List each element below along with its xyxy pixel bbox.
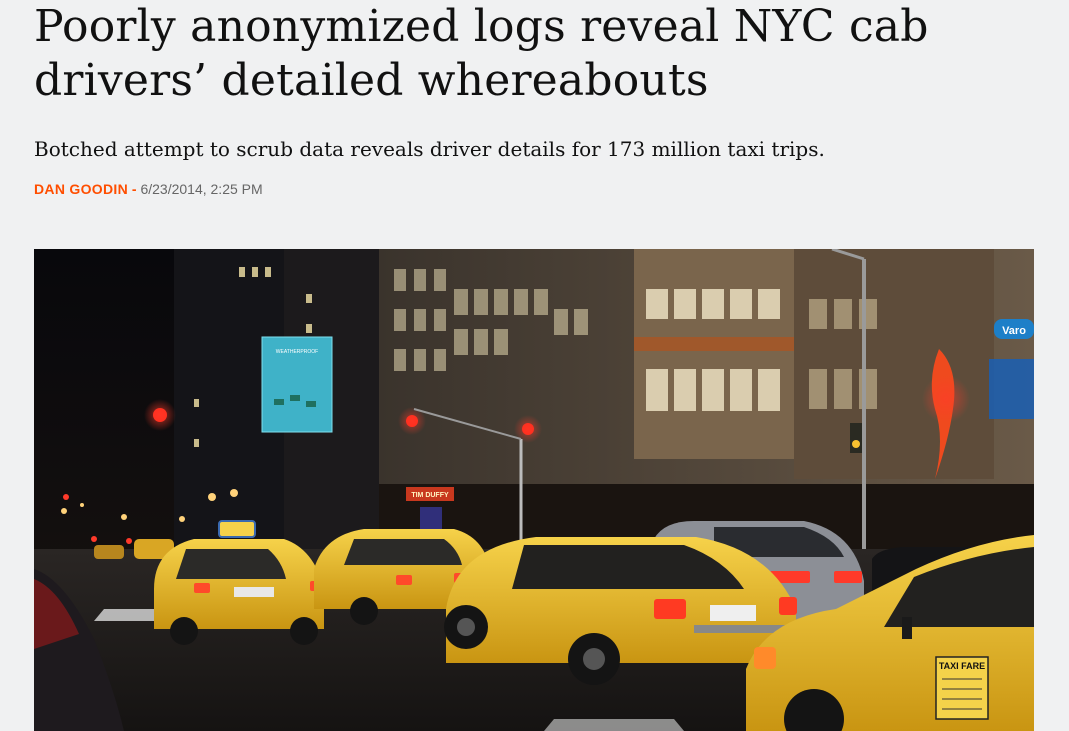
billboard-text: WEATHERPROOF (276, 349, 318, 355)
byline: DAN GOODIN - 6/23/2014, 2:25 PM (34, 179, 263, 199)
hero-image: WEATHERPROOF TIM DUFFY Varo TAXI FARE (34, 249, 1034, 731)
author-link[interactable]: DAN GOODIN (34, 181, 128, 197)
storefront-sign: TIM DUFFY (411, 492, 449, 499)
street-sign-text: Varo (1002, 325, 1026, 337)
night-street-photo: WEATHERPROOF TIM DUFFY Varo TAXI FARE (34, 249, 1034, 731)
article-dek: Botched attempt to scrub data reveals dr… (34, 137, 825, 161)
article-headline: Poorly anonymized logs reveal NYC cab dr… (34, 1, 929, 106)
byline-separator: - (128, 181, 141, 197)
publish-timestamp: 6/23/2014, 2:25 PM (140, 181, 263, 197)
article-header: Poorly anonymized logs reveal NYC cab dr… (34, 0, 1034, 197)
taxi-fare-text: TAXI FARE (939, 661, 985, 671)
